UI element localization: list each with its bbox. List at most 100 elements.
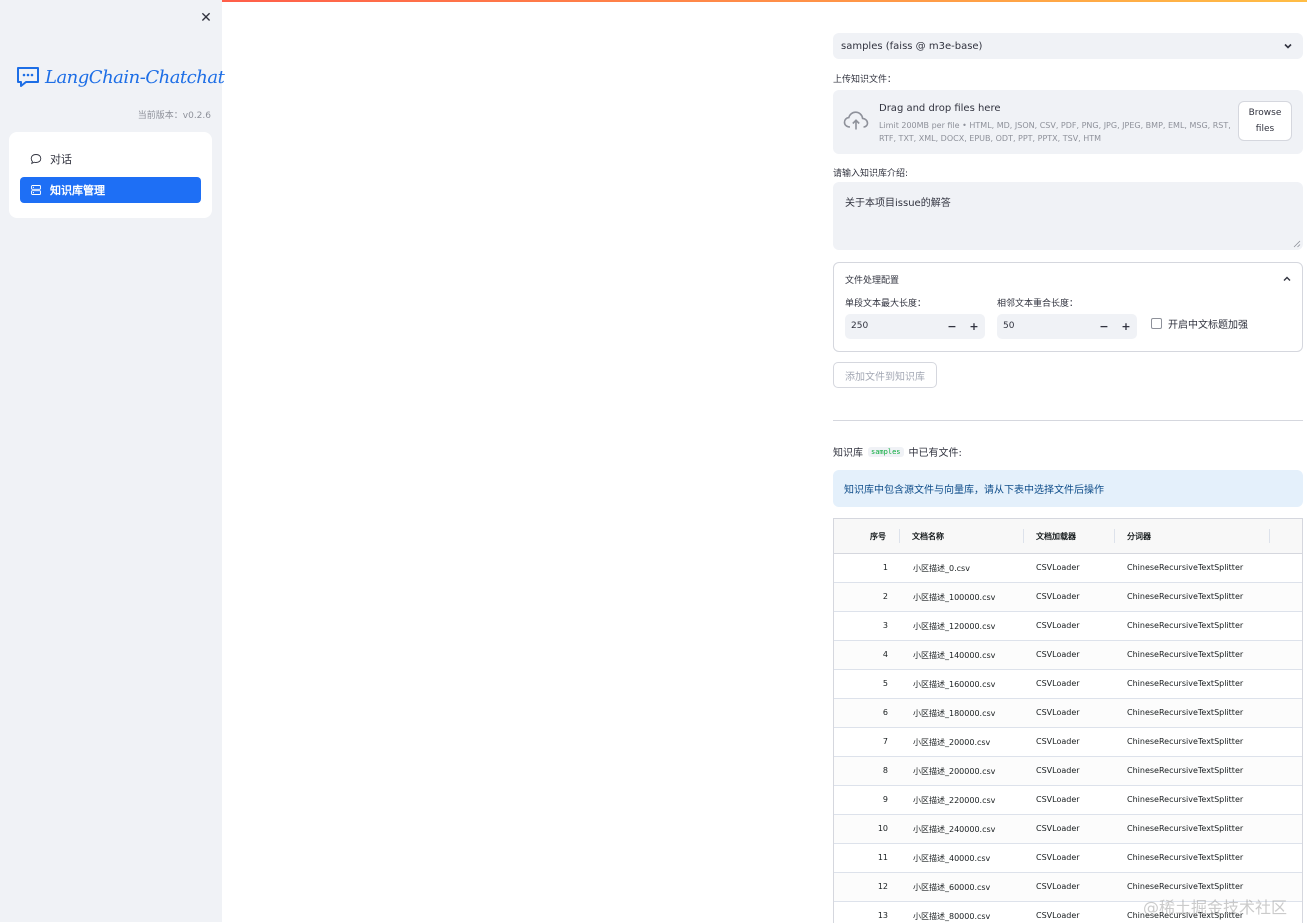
table-row[interactable]: 2 小区描述_100000.csv CSVLoader ChineseRecursiv… [834, 583, 1302, 612]
kb-name-code: samples [868, 446, 904, 457]
kb-select[interactable]: samples (faiss @ m3e-base) [833, 33, 1303, 59]
overlap-value: 50 [1003, 321, 1015, 331]
row-doc-name: 小区描述_20000.csv [913, 738, 991, 747]
row-index: 4 [882, 650, 888, 659]
file-config-title: 文件处理配置 [845, 276, 900, 286]
kb-files-suffix: 中已有文件: [908, 448, 962, 459]
row-index: 7 [882, 737, 888, 746]
row-index: 13 [877, 911, 888, 920]
chunk-size-decrement-button[interactable]: − [943, 318, 961, 336]
row-index: 8 [882, 766, 888, 775]
file-uploader-dropzone[interactable]: Drag and drop files here Limit 200MB per… [833, 90, 1303, 154]
overlap-label: 相邻文本重合长度： [997, 299, 1079, 309]
table-row[interactable]: 1 小区描述_0.csv CSVLoader ChineseRecursiveText… [834, 554, 1302, 583]
table-row[interactable]: 4 小区描述_140000.csv CSVLoader ChineseRecursiv… [834, 641, 1302, 670]
zh-title-checkbox-label: 开启中文标题加强 [1168, 320, 1248, 331]
chevron-up-icon[interactable] [1282, 274, 1292, 284]
info-alert: 知识库中包含源文件与向量库，请从下表中选择文件后操作 [833, 470, 1303, 507]
row-index: 5 [882, 679, 888, 688]
row-loader: CSVLoader [1036, 824, 1080, 833]
header-name[interactable]: 文档名称 [912, 531, 944, 542]
row-index: 11 [877, 853, 888, 862]
nav-item-label: 知识库管理 [50, 184, 105, 197]
row-splitter: ChineseRecursiveTextSplitter [1127, 824, 1244, 833]
kb-select-value: samples (faiss @ m3e-base) [841, 40, 983, 52]
table-row[interactable]: 6 小区描述_180000.csv CSVLoader ChineseRecursiv… [834, 699, 1302, 728]
column-separator[interactable] [1269, 529, 1270, 543]
row-doc-name: 小区描述_160000.csv [913, 680, 996, 689]
row-loader: CSVLoader [1036, 708, 1080, 717]
table-row[interactable]: 5 小区描述_160000.csv CSVLoader ChineseRecursiv… [834, 670, 1302, 699]
resize-handle-icon[interactable] [1293, 240, 1301, 248]
row-loader: CSVLoader [1036, 650, 1080, 659]
row-doc-name: 小区描述_120000.csv [913, 622, 996, 631]
header-idx[interactable]: 序号 [870, 531, 886, 542]
chunk-size-value: 250 [851, 321, 869, 331]
header-loader[interactable]: 文档加载器 [1036, 531, 1076, 542]
upload-label: 上传知识文件： [833, 75, 897, 85]
table-row[interactable]: 7 小区描述_20000.csv CSVLoader ChineseRecursive… [834, 728, 1302, 757]
row-splitter: ChineseRecursiveTextSplitter [1127, 679, 1244, 688]
nav-item-label: 对话 [50, 153, 72, 166]
row-index: 12 [877, 882, 888, 891]
column-separator[interactable] [899, 529, 900, 543]
row-splitter: ChineseRecursiveTextSplitter [1127, 621, 1244, 630]
sidebar: ✕ LangChain-Chatchat 当前版本：v0.2.6 对话 知识库管… [0, 0, 225, 922]
overlap-increment-button[interactable]: + [1117, 318, 1135, 336]
row-index: 9 [882, 795, 888, 804]
add-files-label: 添加文件到知识库 [845, 371, 925, 383]
row-loader: CSVLoader [1036, 621, 1080, 630]
database-icon [31, 185, 41, 195]
chunk-size-input[interactable]: 250 − + [845, 314, 985, 339]
drag-drop-title: Drag and drop files here [879, 103, 1001, 114]
close-sidebar-button[interactable]: ✕ [198, 10, 214, 26]
zh-title-checkbox[interactable] [1151, 318, 1162, 329]
row-splitter: ChineseRecursiveTextSplitter [1127, 592, 1244, 601]
file-config-expander: 文件处理配置 单段文本最大长度： 250 − + 相邻文本重合长度： 50 − … [833, 262, 1303, 352]
row-doc-name: 小区描述_240000.csv [913, 825, 996, 834]
column-separator[interactable] [1023, 529, 1024, 543]
row-loader: CSVLoader [1036, 795, 1080, 804]
kb-intro-textarea[interactable]: 关于本项目issue的解答 [833, 182, 1303, 250]
add-files-button[interactable]: 添加文件到知识库 [833, 362, 937, 388]
header-splitter[interactable]: 分词器 [1127, 531, 1151, 542]
divider [833, 420, 1303, 421]
column-separator[interactable] [1114, 529, 1115, 543]
chunk-size-label: 单段文本最大长度： [845, 299, 927, 309]
chevron-down-icon [1284, 43, 1292, 49]
row-index: 10 [877, 824, 888, 833]
browse-files-label: Browse files [1248, 108, 1282, 134]
row-doc-name: 小区描述_200000.csv [913, 767, 996, 776]
row-index: 6 [882, 708, 888, 717]
table-header: 序号 文档名称 文档加载器 分词器 [834, 519, 1302, 554]
chunk-size-increment-button[interactable]: + [965, 318, 983, 336]
table-row[interactable]: 11 小区描述_40000.csv CSVLoader ChineseRecursiv… [834, 844, 1302, 873]
row-doc-name: 小区描述_0.csv [913, 564, 970, 573]
row-splitter: ChineseRecursiveTextSplitter [1127, 708, 1244, 717]
nav-menu: 对话 知识库管理 [9, 132, 212, 218]
table-row[interactable]: 10 小区描述_240000.csv CSVLoader ChineseRecursi… [834, 815, 1302, 844]
row-loader: CSVLoader [1036, 679, 1080, 688]
version-label: 当前版本：v0.2.6 [137, 111, 211, 121]
row-loader: CSVLoader [1036, 563, 1080, 572]
app-name: LangChain-Chatchat [45, 66, 225, 88]
row-loader: CSVLoader [1036, 853, 1080, 862]
table-row[interactable]: 3 小区描述_120000.csv CSVLoader ChineseRecursiv… [834, 612, 1302, 641]
browse-files-button[interactable]: Browse files [1238, 101, 1292, 141]
info-alert-text: 知识库中包含源文件与向量库，请从下表中选择文件后操作 [844, 485, 1104, 496]
cloud-upload-icon [843, 111, 869, 130]
row-loader: CSVLoader [1036, 737, 1080, 746]
overlap-decrement-button[interactable]: − [1095, 318, 1113, 336]
nav-item-chat[interactable]: 对话 [20, 146, 201, 172]
table-row[interactable]: 9 小区描述_220000.csv CSVLoader ChineseRecursiv… [834, 786, 1302, 815]
row-splitter: ChineseRecursiveTextSplitter [1127, 853, 1244, 862]
row-loader: CSVLoader [1036, 882, 1080, 891]
row-splitter: ChineseRecursiveTextSplitter [1127, 766, 1244, 775]
overlap-input[interactable]: 50 − + [997, 314, 1137, 339]
row-doc-name: 小区描述_100000.csv [913, 593, 996, 602]
row-doc-name: 小区描述_140000.csv [913, 651, 996, 660]
table-row[interactable]: 8 小区描述_200000.csv CSVLoader ChineseRecursiv… [834, 757, 1302, 786]
kb-intro-value: 关于本项目issue的解答 [845, 198, 951, 209]
app-logo: LangChain-Chatchat [16, 66, 225, 88]
nav-item-knowledge-base[interactable]: 知识库管理 [20, 177, 201, 203]
